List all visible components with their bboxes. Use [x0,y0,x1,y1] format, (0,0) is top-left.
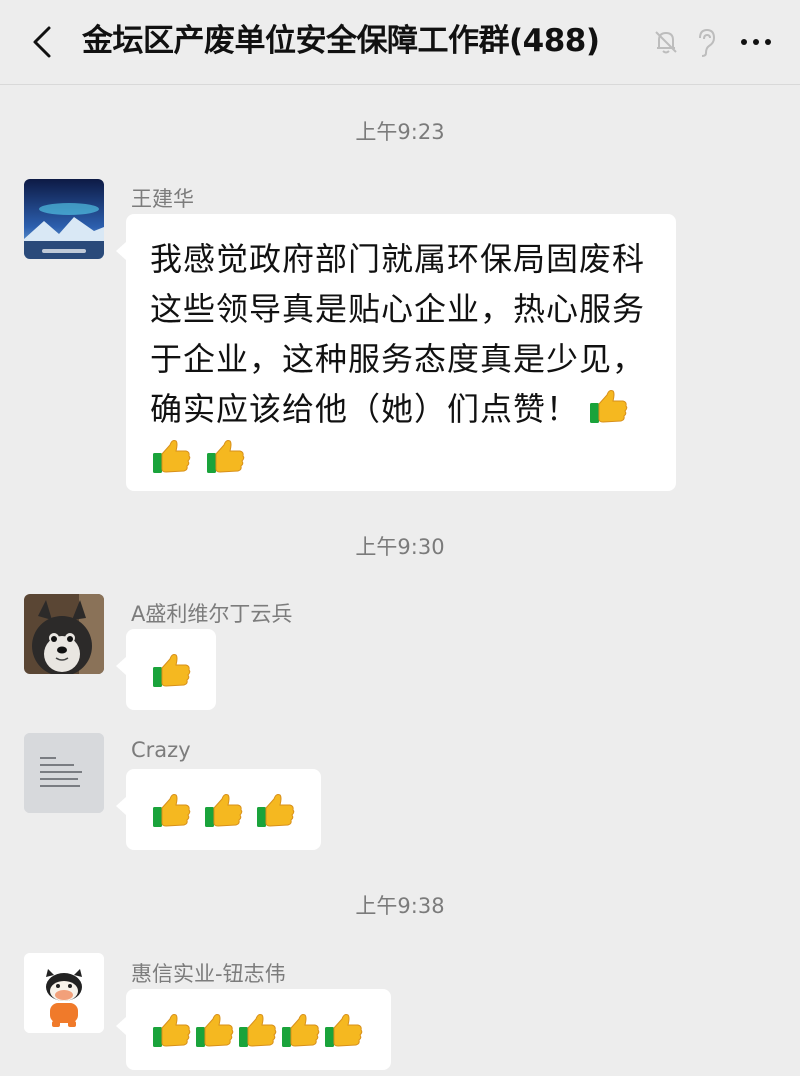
thumbs-up-icon [153,440,191,473]
thumbs-up-icon [153,1014,191,1047]
thumbs-up-icon [325,1014,363,1047]
more-dot [765,39,771,45]
message-bubble[interactable] [116,769,321,850]
chat-header: 金坛区产废单位安全保障工作群(488) [0,0,800,85]
sender-name: A盛利维尔丁云兵 [131,602,293,626]
thumbs-up-icon [207,440,245,473]
chevron-left-icon [33,26,51,58]
avatar[interactable] [24,594,104,674]
thumbs-up-icon [239,1014,277,1047]
thumbs-up-icon [590,390,628,423]
sender-name: 惠信实业-钮志伟 [131,962,286,986]
back-button[interactable] [22,20,62,64]
avatar[interactable] [24,733,104,813]
more-dot [753,39,759,45]
emoji-row [150,649,202,691]
more-options-button[interactable] [734,22,778,62]
thumbs-up-icon [153,794,191,827]
thumbs-up-icon [282,1014,320,1047]
timestamp: 上午9:38 [355,894,445,918]
sender-name: Crazy [131,738,191,762]
thumbs-up-icon [153,654,191,687]
message-body: 我感觉政府部门就属环保局固废科这些领导真是贴心企业，热心服务于企业，这种服务态度… [150,240,646,428]
sender-name: 王建华 [131,187,194,211]
thumbs-up-icon [205,794,243,827]
message-text: 我感觉政府部门就属环保局固废科这些领导真是贴心企业，热心服务于企业，这种服务态度… [150,234,656,484]
message-bubble[interactable] [116,629,216,710]
timestamp: 上午9:23 [355,120,445,144]
thumbs-up-icon [196,1014,234,1047]
emoji-row [150,789,306,831]
mute-bell-icon [648,24,684,60]
emoji-row [150,1009,365,1051]
message-bubble[interactable] [116,989,391,1070]
chat-title: 金坛区产废单位安全保障工作群(488) [82,23,600,59]
avatar[interactable] [24,953,104,1033]
timestamp: 上午9:30 [355,535,445,559]
avatar[interactable] [24,179,104,259]
more-dot [741,39,747,45]
thumbs-up-icon [257,794,295,827]
earpiece-icon [688,24,724,60]
message-bubble[interactable]: 我感觉政府部门就属环保局固废科这些领导真是贴心企业，热心服务于企业，这种服务态度… [116,214,676,491]
